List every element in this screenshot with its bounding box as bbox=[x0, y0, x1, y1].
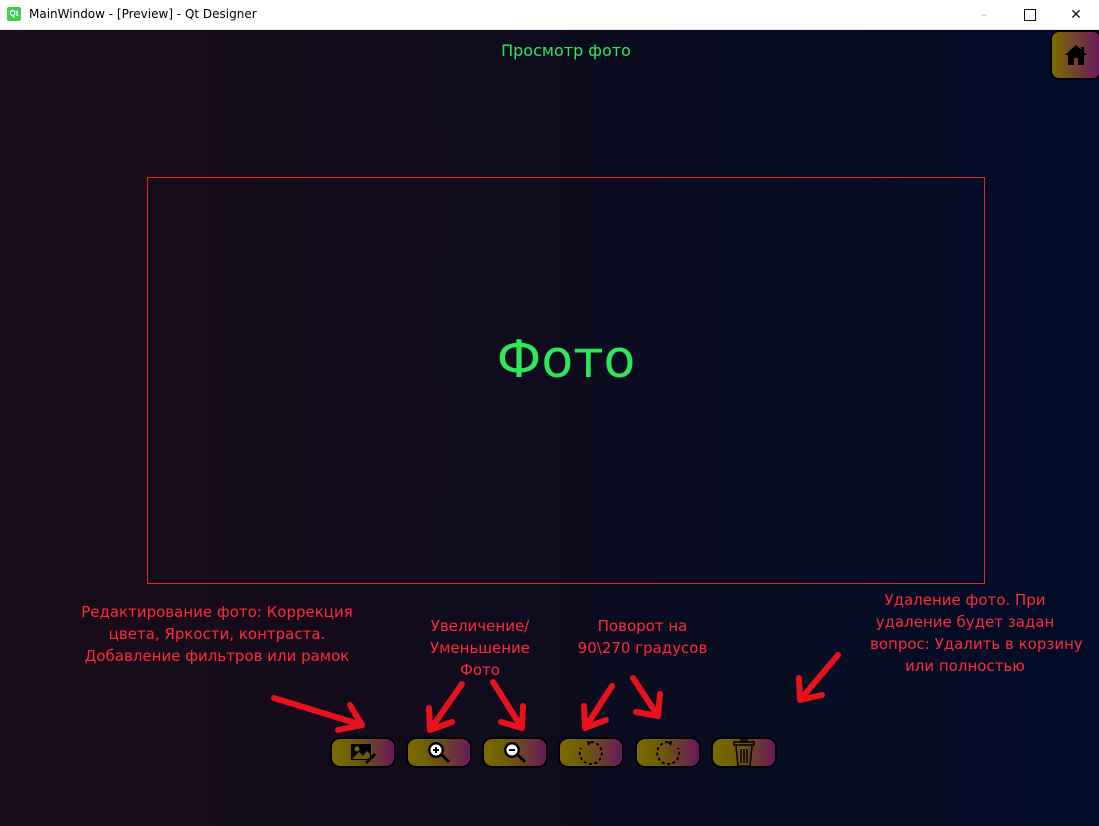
maximize-icon bbox=[1024, 8, 1036, 21]
qt-icon: Qt bbox=[7, 7, 21, 21]
main-window-content: Просмотр фото Фото Редактирование фото: … bbox=[0, 30, 1099, 826]
zoom-out-icon bbox=[504, 741, 526, 763]
rotate-right-button[interactable] bbox=[558, 737, 624, 768]
close-button[interactable]: ✕ bbox=[1053, 0, 1099, 29]
annotation-line: Фото bbox=[459, 661, 500, 679]
zoom-in-button[interactable] bbox=[406, 737, 472, 768]
trash-icon bbox=[733, 738, 755, 767]
annotation-line: Редактирование фото: Коррекция bbox=[81, 603, 353, 621]
home-button[interactable] bbox=[1050, 30, 1099, 80]
annotation-line: Поворот на bbox=[597, 617, 688, 635]
annotation-line: удаление будет задан bbox=[875, 613, 1055, 631]
annotation-line: Удаление фото. При bbox=[884, 591, 1046, 609]
zoom-out-button[interactable] bbox=[482, 737, 548, 768]
photo-view-frame: Фото bbox=[147, 177, 985, 584]
page-title: Просмотр фото bbox=[501, 41, 631, 60]
arrow-zoom-out bbox=[490, 679, 526, 731]
annotation-line: вопрос: Удалить в корзину bbox=[870, 635, 1083, 653]
annotation-rotate: Поворот на 90\270 градусов bbox=[565, 615, 720, 659]
arrow-delete bbox=[796, 652, 841, 703]
photo-placeholder: Фото bbox=[496, 330, 636, 390]
annotation-delete: Удаление фото. При удаление будет задан … bbox=[870, 589, 1083, 677]
annotation-edit: Редактирование фото: Коррекция цвета, Яр… bbox=[72, 601, 362, 667]
edit-photo-button[interactable] bbox=[330, 737, 396, 768]
arrow-rotate-right bbox=[581, 683, 615, 731]
rotate-left-button[interactable] bbox=[635, 737, 701, 768]
annotation-line: Уменьшение bbox=[429, 639, 531, 657]
zoom-in-icon bbox=[428, 741, 450, 763]
minimize-button[interactable]: – bbox=[961, 0, 1007, 29]
rotate-left-icon bbox=[656, 740, 681, 765]
annotation-line: Добавление фильтров или рамок bbox=[84, 647, 350, 665]
delete-button[interactable] bbox=[711, 737, 777, 768]
maximize-button[interactable] bbox=[1007, 0, 1053, 29]
rotate-right-icon bbox=[578, 740, 603, 765]
image-edit-icon bbox=[351, 743, 376, 764]
home-icon bbox=[1065, 45, 1087, 65]
annotation-line: или полностью bbox=[905, 657, 1025, 675]
window-title: MainWindow - [Preview] - Qt Designer bbox=[29, 7, 257, 21]
window-titlebar: Qt MainWindow - [Preview] - Qt Designer … bbox=[0, 0, 1099, 30]
annotation-line: 90\270 градусов bbox=[577, 639, 708, 657]
annotation-zoom: Увеличение/ Уменьшение Фото bbox=[415, 615, 545, 681]
arrow-edit bbox=[271, 695, 365, 733]
arrow-rotate-left bbox=[630, 675, 663, 719]
arrow-zoom-in bbox=[426, 681, 465, 733]
annotation-line: цвета, Яркости, контраста. bbox=[108, 625, 326, 643]
annotation-line: Увеличение/ bbox=[430, 617, 530, 635]
